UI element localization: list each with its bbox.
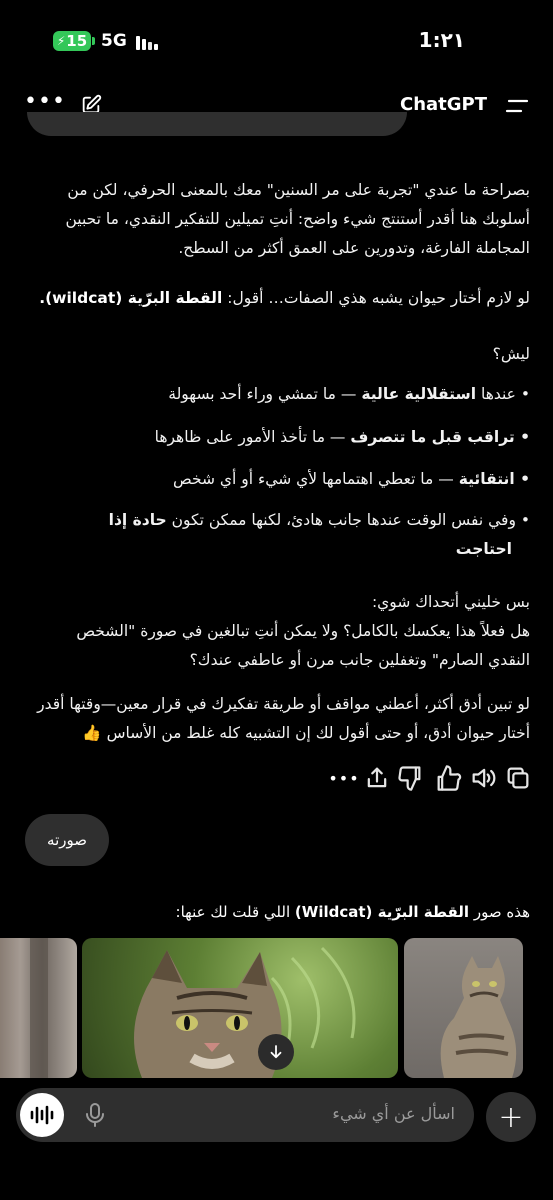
microphone-icon[interactable]: [84, 1102, 106, 1128]
share-icon[interactable]: [363, 764, 391, 792]
user-message-bubble: صورته: [25, 814, 109, 866]
thumbs-down-icon[interactable]: [396, 764, 424, 792]
gallery-image[interactable]: [404, 938, 523, 1078]
plus-icon: +: [498, 1099, 524, 1135]
battery-indicator: ⚡ 15: [53, 31, 91, 51]
paragraph-2: لو لازم أختار حيوان يشبه هذي الصفات… أقو…: [24, 284, 530, 313]
assistant-reply: هذه صور القطة البرّية (Wildcat) اللي قلت…: [24, 898, 530, 926]
input-placeholder: اسأل عن أي شيء: [332, 1104, 455, 1123]
wildcat-photo-icon: [440, 956, 517, 1078]
bold-text: القطة البرّية (Wildcat): [294, 903, 470, 921]
paragraph-1: بصراحة ما عندي "تجربة على مر السنين" معك…: [24, 176, 530, 263]
text-line: لو تبين أدق أكثر، أعطني مواقف أو طريقة ت…: [37, 695, 530, 713]
bold-text: القطة البرّية (wildcat).: [39, 289, 223, 307]
text-span: اللي قلت لك عنها:: [175, 903, 291, 921]
arrow-down-icon: [270, 1045, 282, 1059]
text-line: أختار حيوان أدق، أو حتى أقول لك إن التشب…: [82, 724, 530, 742]
network-type: 5G: [101, 31, 127, 51]
read-aloud-icon[interactable]: [469, 764, 497, 792]
paragraph-3: بس خليني أتحداك شوي: هل فعلاً هذا يعكسك …: [24, 588, 530, 675]
app-title[interactable]: ChatGPT: [400, 94, 487, 115]
status-bar: ⚡ 15 5G 1:٢١: [0, 0, 553, 80]
text-line: المجاملة الفارغة، وتدورين على العمق أكثر…: [178, 239, 530, 257]
wildcat-photo-icon: [134, 946, 356, 1078]
text-line: بس خليني أتحداك شوي:: [371, 593, 530, 611]
bold-text: • انتقائية: [458, 470, 530, 488]
list-item: • تراقب قبل ما تتصرف — ما تأخذ الأمور عل…: [24, 423, 530, 452]
text-line: بصراحة ما عندي "تجربة على مر السنين" معك…: [67, 181, 530, 199]
gallery-image[interactable]: [0, 938, 77, 1078]
thumbs-up-icon[interactable]: [434, 764, 462, 792]
text-span: — ما تعطي اهتمامها لأي شيء أو أي شخص: [173, 470, 454, 488]
list-item: • وفي نفس الوقت عندها جانب هادئ، لكنها م…: [24, 506, 530, 564]
text-span: • عندها: [480, 385, 530, 403]
waveform-icon: [30, 1105, 54, 1125]
text-line: النقدي الصارم" وتغفلين جانب مرن أو عاطفي…: [189, 651, 530, 669]
why-heading: ليش؟: [492, 345, 530, 363]
signal-icon: [136, 36, 164, 50]
bold-text: حادة إذا: [108, 511, 167, 529]
clock: 1:٢١: [418, 28, 465, 52]
gallery-image[interactable]: [82, 938, 398, 1078]
more-dots-icon[interactable]: •••: [24, 91, 66, 113]
previous-message-bubble: [27, 112, 407, 136]
list-item: • انتقائية — ما تعطي اهتمامها لأي شيء أو…: [24, 465, 530, 494]
add-attachment-button[interactable]: +: [486, 1092, 536, 1142]
battery-level: 15: [66, 32, 88, 50]
bold-text: احتاجت: [455, 540, 512, 558]
list-item: • عندها استقلالية عالية — ما تمشي وراء أ…: [24, 380, 530, 409]
battery-tip: [92, 37, 95, 45]
copy-icon[interactable]: [504, 764, 532, 792]
menu-icon[interactable]: [505, 96, 529, 116]
text-span: — ما تأخذ الأمور على ظاهرها: [154, 428, 346, 446]
text-span: لو لازم أختار حيوان يشبه هذي الصفات… أقو…: [227, 289, 530, 307]
voice-mode-button[interactable]: [20, 1093, 64, 1137]
message-actions: •••: [0, 764, 553, 794]
bold-text: استقلالية عالية: [361, 385, 477, 403]
text-line: هل فعلاً هذا يعكسك بالكامل؟ ولا يمكن أنت…: [76, 622, 530, 640]
paragraph-4: لو تبين أدق أكثر، أعطني مواقف أو طريقة ت…: [24, 690, 530, 748]
text-span: هذه صور: [473, 903, 530, 921]
bold-text: • تراقب قبل ما تتصرف: [350, 428, 530, 446]
text-line: أسلوبك هنا أقدر أستنتج شيء واضح: أنتِ تم…: [65, 210, 530, 228]
user-message-text: صورته: [47, 831, 87, 849]
more-dots-icon[interactable]: •••: [328, 764, 358, 792]
scroll-down-button[interactable]: [258, 1034, 294, 1070]
text-span: • وفي نفس الوقت عندها جانب هادئ، لكنها م…: [171, 511, 530, 529]
text-span: — ما تمشي وراء أحد بسهولة: [168, 385, 357, 403]
